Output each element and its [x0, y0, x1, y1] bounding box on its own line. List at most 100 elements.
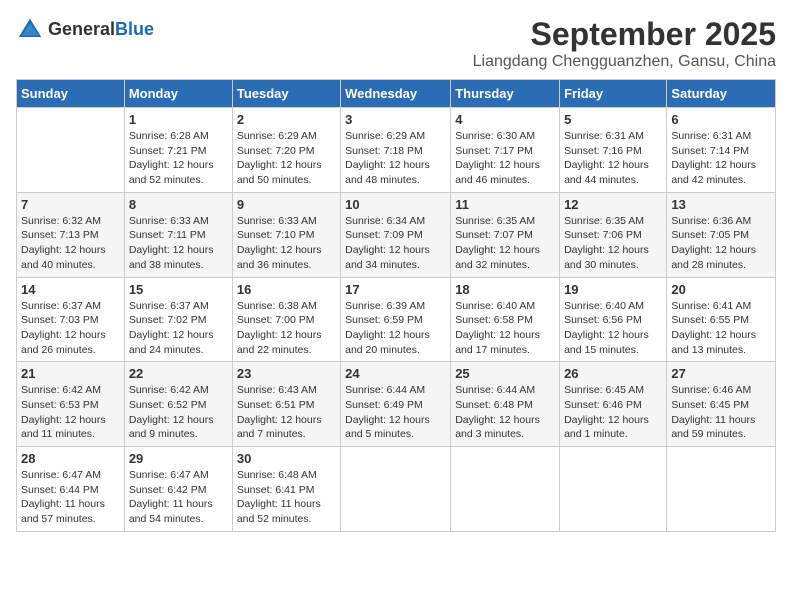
day-header-tuesday: Tuesday — [232, 80, 340, 108]
day-info: Sunrise: 6:32 AM Sunset: 7:13 PM Dayligh… — [21, 214, 120, 273]
day-info: Sunrise: 6:44 AM Sunset: 6:49 PM Dayligh… — [345, 383, 446, 442]
month-title: September 2025 — [473, 16, 776, 53]
day-cell: 18 Sunrise: 6:40 AM Sunset: 6:58 PM Dayli… — [451, 277, 560, 362]
day-number: 17 — [345, 282, 446, 297]
day-header-saturday: Saturday — [667, 80, 776, 108]
day-info: Sunrise: 6:29 AM Sunset: 7:18 PM Dayligh… — [345, 129, 446, 188]
day-header-thursday: Thursday — [451, 80, 560, 108]
day-number: 18 — [455, 282, 555, 297]
day-number: 15 — [129, 282, 228, 297]
logo-text: GeneralBlue — [48, 20, 154, 40]
day-cell: 10 Sunrise: 6:34 AM Sunset: 7:09 PM Dayli… — [341, 192, 451, 277]
header: GeneralBlue September 2025 Liangdang Che… — [16, 16, 776, 71]
day-number: 4 — [455, 112, 555, 127]
day-number: 25 — [455, 366, 555, 381]
day-info: Sunrise: 6:45 AM Sunset: 6:46 PM Dayligh… — [564, 383, 662, 442]
day-cell — [560, 447, 667, 532]
day-cell — [667, 447, 776, 532]
logo-general: General — [48, 19, 115, 39]
day-info: Sunrise: 6:35 AM Sunset: 7:06 PM Dayligh… — [564, 214, 662, 273]
day-cell: 23 Sunrise: 6:43 AM Sunset: 6:51 PM Dayli… — [232, 362, 340, 447]
day-cell: 6 Sunrise: 6:31 AM Sunset: 7:14 PM Daylig… — [667, 108, 776, 193]
day-cell: 3 Sunrise: 6:29 AM Sunset: 7:18 PM Daylig… — [341, 108, 451, 193]
logo: GeneralBlue — [16, 16, 154, 44]
days-header-row: SundayMondayTuesdayWednesdayThursdayFrid… — [17, 80, 776, 108]
day-info: Sunrise: 6:37 AM Sunset: 7:03 PM Dayligh… — [21, 299, 120, 358]
day-number: 19 — [564, 282, 662, 297]
day-number: 28 — [21, 451, 120, 466]
day-number: 8 — [129, 197, 228, 212]
logo-blue: Blue — [115, 19, 154, 39]
day-cell: 4 Sunrise: 6:30 AM Sunset: 7:17 PM Daylig… — [451, 108, 560, 193]
day-info: Sunrise: 6:36 AM Sunset: 7:05 PM Dayligh… — [671, 214, 771, 273]
day-cell: 12 Sunrise: 6:35 AM Sunset: 7:06 PM Dayli… — [560, 192, 667, 277]
week-row-4: 21 Sunrise: 6:42 AM Sunset: 6:53 PM Dayli… — [17, 362, 776, 447]
day-number: 27 — [671, 366, 771, 381]
day-header-wednesday: Wednesday — [341, 80, 451, 108]
day-number: 2 — [237, 112, 336, 127]
day-cell: 13 Sunrise: 6:36 AM Sunset: 7:05 PM Dayli… — [667, 192, 776, 277]
day-cell: 14Sunrise: 6:37 AM Sunset: 7:03 PM Dayli… — [17, 277, 125, 362]
day-number: 29 — [129, 451, 228, 466]
day-info: Sunrise: 6:34 AM Sunset: 7:09 PM Dayligh… — [345, 214, 446, 273]
day-cell: 5 Sunrise: 6:31 AM Sunset: 7:16 PM Daylig… — [560, 108, 667, 193]
day-cell: 2 Sunrise: 6:29 AM Sunset: 7:20 PM Daylig… — [232, 108, 340, 193]
day-number: 30 — [237, 451, 336, 466]
day-number: 9 — [237, 197, 336, 212]
week-row-2: 7Sunrise: 6:32 AM Sunset: 7:13 PM Daylig… — [17, 192, 776, 277]
day-cell: 9Sunrise: 6:33 AM Sunset: 7:10 PM Daylig… — [232, 192, 340, 277]
day-info: Sunrise: 6:40 AM Sunset: 6:58 PM Dayligh… — [455, 299, 555, 358]
day-info: Sunrise: 6:44 AM Sunset: 6:48 PM Dayligh… — [455, 383, 555, 442]
day-number: 5 — [564, 112, 662, 127]
day-number: 11 — [455, 197, 555, 212]
day-number: 26 — [564, 366, 662, 381]
day-number: 24 — [345, 366, 446, 381]
day-number: 3 — [345, 112, 446, 127]
day-info: Sunrise: 6:39 AM Sunset: 6:59 PM Dayligh… — [345, 299, 446, 358]
day-cell: 24 Sunrise: 6:44 AM Sunset: 6:49 PM Dayli… — [341, 362, 451, 447]
day-info: Sunrise: 6:33 AM Sunset: 7:11 PM Dayligh… — [129, 214, 228, 273]
day-cell: 16Sunrise: 6:38 AM Sunset: 7:00 PM Dayli… — [232, 277, 340, 362]
day-info: Sunrise: 6:29 AM Sunset: 7:20 PM Dayligh… — [237, 129, 336, 188]
day-cell: 28 Sunrise: 6:47 AM Sunset: 6:44 PM Dayli… — [17, 447, 125, 532]
week-row-3: 14Sunrise: 6:37 AM Sunset: 7:03 PM Dayli… — [17, 277, 776, 362]
day-cell — [451, 447, 560, 532]
logo-icon — [16, 16, 44, 44]
week-row-5: 28 Sunrise: 6:47 AM Sunset: 6:44 PM Dayli… — [17, 447, 776, 532]
title-area: September 2025 Liangdang Chengguanzhen, … — [473, 16, 776, 71]
day-info: Sunrise: 6:28 AM Sunset: 7:21 PM Dayligh… — [129, 129, 228, 188]
day-header-sunday: Sunday — [17, 80, 125, 108]
day-info: Sunrise: 6:41 AM Sunset: 6:55 PM Dayligh… — [671, 299, 771, 358]
day-info: Sunrise: 6:35 AM Sunset: 7:07 PM Dayligh… — [455, 214, 555, 273]
day-number: 13 — [671, 197, 771, 212]
day-number: 6 — [671, 112, 771, 127]
day-cell: 17 Sunrise: 6:39 AM Sunset: 6:59 PM Dayli… — [341, 277, 451, 362]
day-number: 21 — [21, 366, 120, 381]
day-info: Sunrise: 6:31 AM Sunset: 7:14 PM Dayligh… — [671, 129, 771, 188]
day-number: 10 — [345, 197, 446, 212]
day-cell: 21 Sunrise: 6:42 AM Sunset: 6:53 PM Dayli… — [17, 362, 125, 447]
day-cell: 29 Sunrise: 6:47 AM Sunset: 6:42 PM Dayli… — [124, 447, 232, 532]
day-info: Sunrise: 6:30 AM Sunset: 7:17 PM Dayligh… — [455, 129, 555, 188]
day-cell: 27Sunrise: 6:46 AM Sunset: 6:45 PM Dayli… — [667, 362, 776, 447]
day-info: Sunrise: 6:42 AM Sunset: 6:53 PM Dayligh… — [21, 383, 120, 442]
day-info: Sunrise: 6:40 AM Sunset: 6:56 PM Dayligh… — [564, 299, 662, 358]
day-info: Sunrise: 6:47 AM Sunset: 6:44 PM Dayligh… — [21, 468, 120, 527]
day-number: 23 — [237, 366, 336, 381]
day-cell: 19 Sunrise: 6:40 AM Sunset: 6:56 PM Dayli… — [560, 277, 667, 362]
day-cell: 30 Sunrise: 6:48 AM Sunset: 6:41 PM Dayli… — [232, 447, 340, 532]
day-cell — [341, 447, 451, 532]
day-info: Sunrise: 6:38 AM Sunset: 7:00 PM Dayligh… — [237, 299, 336, 358]
day-cell: 1 Sunrise: 6:28 AM Sunset: 7:21 PM Daylig… — [124, 108, 232, 193]
day-info: Sunrise: 6:48 AM Sunset: 6:41 PM Dayligh… — [237, 468, 336, 527]
day-number: 20 — [671, 282, 771, 297]
location-title: Liangdang Chengguanzhen, Gansu, China — [473, 53, 776, 71]
week-row-1: 1 Sunrise: 6:28 AM Sunset: 7:21 PM Daylig… — [17, 108, 776, 193]
day-number: 1 — [129, 112, 228, 127]
day-number: 12 — [564, 197, 662, 212]
day-number: 22 — [129, 366, 228, 381]
day-info: Sunrise: 6:31 AM Sunset: 7:16 PM Dayligh… — [564, 129, 662, 188]
day-cell: 11 Sunrise: 6:35 AM Sunset: 7:07 PM Dayli… — [451, 192, 560, 277]
day-info: Sunrise: 6:47 AM Sunset: 6:42 PM Dayligh… — [129, 468, 228, 527]
day-info: Sunrise: 6:43 AM Sunset: 6:51 PM Dayligh… — [237, 383, 336, 442]
